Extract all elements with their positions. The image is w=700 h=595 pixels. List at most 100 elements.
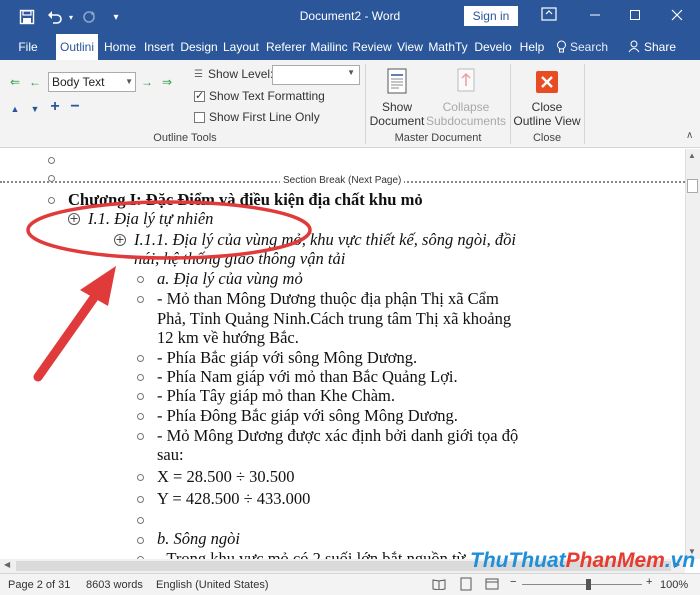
close-icon[interactable] [662,4,692,28]
scrollbar-thumb[interactable] [687,179,698,193]
tab-insert[interactable]: Insert [142,34,176,60]
outline-bullet[interactable] [48,197,55,204]
show-text-formatting-checkbox[interactable]: Show Text Formatting [194,88,325,104]
subheading-a[interactable]: a. Địa lý của vùng mỏ [157,269,303,289]
tell-me-search[interactable]: Search [556,34,612,60]
show-level-combo[interactable]: ▼ [272,65,360,85]
outline-bullet[interactable] [137,296,144,303]
checkbox-unchecked-icon [194,111,205,123]
collapse-subdocuments-button[interactable]: Collapse Subdocuments [426,68,506,128]
move-down-icon[interactable]: ▼ [28,102,42,116]
zoom-level[interactable]: 100% [660,579,688,591]
promote-icon[interactable]: ← [28,75,42,89]
vertical-scrollbar[interactable]: ▲ ▼ [685,149,700,559]
ribbon-display-icon[interactable] [534,4,564,28]
redo-icon[interactable] [78,7,100,27]
maximize-icon[interactable] [620,4,650,28]
body-text-p7[interactable]: - Trong khu vực mỏ có 2 suối lớn bắt ngu… [157,549,466,559]
lightbulb-icon [556,34,570,60]
collapse-subdocuments-icon [426,68,506,100]
customize-icon[interactable]: ▾ [108,7,124,27]
tab-file[interactable]: File [12,34,44,60]
body-text-p4[interactable]: - Phía Tây giáp mỏ than Khe Chàm. [157,386,395,406]
body-text-p6-line2[interactable]: sau: [157,445,184,465]
zoom-in-icon[interactable]: + [646,576,652,588]
outline-bullet[interactable] [137,393,144,400]
outline-bullet[interactable] [137,413,144,420]
tab-mathtype[interactable]: MathTy [427,34,469,60]
body-text-p3[interactable]: - Phía Nam giáp với mỏ than Bắc Quảng Lợ… [157,367,458,387]
outline-bullet[interactable] [137,433,144,440]
save-icon[interactable] [16,7,38,27]
watermark-part: .vn [664,549,696,572]
body-text-p1-line1[interactable]: - Mỏ than Mông Dương thuộc địa phận Thị … [157,289,499,309]
chevron-down-icon: ▼ [347,68,355,77]
tab-home[interactable]: Home [101,34,139,60]
body-text-p1-line3[interactable]: 12 km về hướng Bắc. [157,328,299,348]
zoom-out-icon[interactable]: − [510,576,516,588]
read-mode-icon[interactable] [432,578,446,593]
heading-level-3-line1[interactable]: I.1.1. Địa lý của vùng mỏ, khu vực thiết… [134,230,516,250]
tab-developer[interactable]: Develo [472,34,514,60]
body-text-p1-line2[interactable]: Phả, Tỉnh Quảng Ninh.Cách trung tâm Thị … [157,309,511,329]
scroll-up-icon[interactable]: ▲ [688,151,696,160]
tab-view[interactable]: View [395,34,425,60]
tab-outlining[interactable]: Outlini [56,34,98,60]
word-count[interactable]: 8603 words [86,579,143,591]
tab-review[interactable]: Review [351,34,393,60]
show-document-button[interactable]: Show Document [368,68,426,128]
tab-layout[interactable]: Layout [221,34,261,60]
outline-level-combo[interactable]: Body Text ▼ [48,72,136,92]
coordinate-y[interactable]: Y = 428.500 ÷ 433.000 [157,489,310,509]
outline-bullet[interactable] [137,537,144,544]
heading-level-2[interactable]: I.1. Địa lý tự nhiên [88,209,213,229]
outline-bullet[interactable] [48,157,55,164]
web-layout-icon[interactable] [485,578,499,593]
undo-dropdown-icon[interactable]: ▾ [66,7,76,27]
watermark-part: Thuat [508,549,566,572]
close-group-label: Close [532,132,562,144]
demote-to-body-icon[interactable]: ⇒ [160,75,174,89]
language-status[interactable]: English (United States) [156,579,269,591]
demote-icon[interactable]: → [140,75,154,89]
promote-to-heading1-icon[interactable]: ⇐ [8,75,22,89]
minimize-icon[interactable] [580,4,610,28]
heading-level-1[interactable]: Chương I: Đặc Điểm và điều kiện địa chất… [68,190,423,210]
expand-plus-icon[interactable]: + [68,213,80,225]
coordinate-x[interactable]: X = 28.500 ÷ 30.500 [157,467,295,487]
outline-bullet[interactable] [137,374,144,381]
body-text-p5[interactable]: - Phía Đông Bắc giáp với sông Mông Dương… [157,406,458,426]
print-layout-icon[interactable] [459,577,473,594]
expand-icon[interactable]: + [48,99,62,115]
move-up-icon[interactable]: ▲ [8,102,22,116]
expand-plus-icon[interactable]: + [114,234,126,246]
close-outline-view-button[interactable]: Close Outline View [512,68,582,128]
signin-button[interactable]: Sign in [464,6,518,26]
body-text-p2[interactable]: - Phía Bắc giáp với sông Mông Dương. [157,348,417,368]
outline-bullet[interactable] [137,276,144,283]
outline-bullet[interactable] [137,517,144,524]
heading-level-3-line2[interactable]: núi, hệ thống giao thông vận tải [134,249,345,269]
tab-mailings[interactable]: Mailinc [310,34,348,60]
tab-references[interactable]: Referer [264,34,308,60]
person-icon [628,34,644,60]
show-text-formatting-label: Show Text Formatting [209,89,325,103]
scroll-left-icon[interactable]: ◀ [4,560,10,569]
outline-bullet[interactable] [137,474,144,481]
collapse-ribbon-icon[interactable]: ∧ [686,130,693,141]
subheading-b[interactable]: b. Sông ngòi [157,529,240,549]
collapse-subdocuments-label-1: Collapse [442,100,490,114]
collapse-icon[interactable]: − [68,99,82,115]
outline-bullet[interactable] [137,496,144,503]
tab-help[interactable]: Help [517,34,547,60]
page-count[interactable]: Page 2 of 31 [8,579,70,591]
zoom-slider-thumb[interactable] [586,579,591,590]
share-button[interactable]: Share [628,34,684,60]
tab-design[interactable]: Design [179,34,219,60]
undo-icon[interactable] [44,7,66,27]
zoom-slider-track[interactable] [522,584,642,585]
outline-bullet[interactable] [137,355,144,362]
watermark-part: Thu [470,549,509,572]
show-first-line-only-checkbox[interactable]: Show First Line Only [194,109,320,125]
body-text-p6-line1[interactable]: - Mỏ Mông Dương được xác định bởi danh g… [157,426,518,446]
